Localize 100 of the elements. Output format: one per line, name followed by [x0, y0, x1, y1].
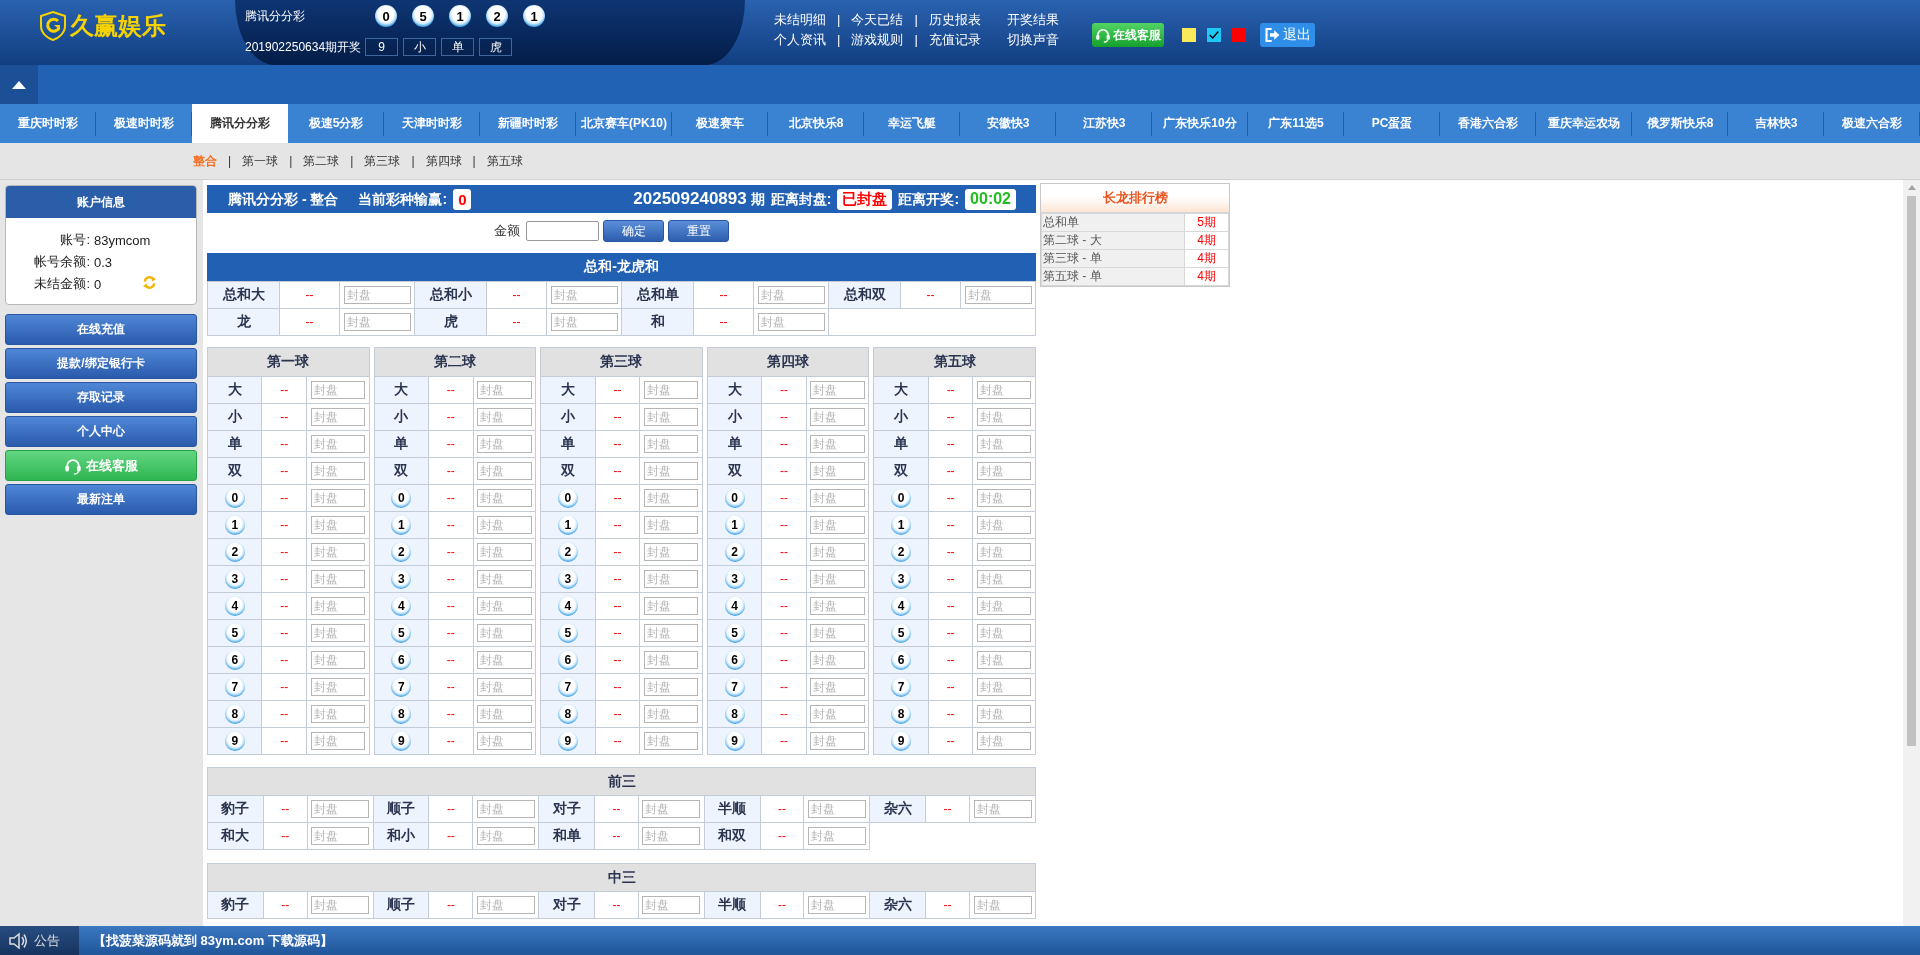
bet-amount-field[interactable]: 封盘	[810, 408, 865, 426]
bet-amount-field[interactable]: 封盘	[810, 381, 865, 399]
bet-amount-field[interactable]: 封盘	[757, 286, 825, 304]
bet-amount-field[interactable]: 封盘	[477, 435, 532, 453]
bet-amount-field[interactable]: 封盘	[643, 408, 699, 426]
bet-amount-field[interactable]: 封盘	[477, 597, 532, 615]
bet-amount-field[interactable]: 封盘	[643, 489, 699, 507]
bet-amount-field[interactable]: 封盘	[643, 381, 699, 399]
bet-amount-field[interactable]: 封盘	[976, 543, 1032, 561]
bet-amount-field[interactable]: 封盘	[343, 313, 411, 331]
bet-amount-field[interactable]: 封盘	[810, 651, 865, 669]
bet-amount-field[interactable]: 封盘	[477, 570, 532, 588]
subnav-link[interactable]: 第三球	[364, 153, 401, 169]
bet-amount-field[interactable]: 封盘	[810, 624, 865, 642]
bet-amount-field[interactable]: 封盘	[808, 827, 866, 845]
bet-amount-field[interactable]: 封盘	[810, 705, 865, 723]
header-link[interactable]: 切换声音	[1006, 31, 1059, 49]
bet-amount-field[interactable]: 封盘	[310, 516, 366, 534]
header-link[interactable]: 未结明细	[774, 11, 826, 29]
bet-amount-field[interactable]: 封盘	[477, 651, 532, 669]
bet-amount-field[interactable]: 封盘	[476, 800, 535, 818]
bet-amount-field[interactable]: 封盘	[643, 624, 699, 642]
bet-amount-field[interactable]: 封盘	[964, 286, 1032, 304]
bet-amount-field[interactable]: 封盘	[310, 651, 366, 669]
bet-amount-field[interactable]: 封盘	[550, 313, 618, 331]
bet-amount-field[interactable]: 封盘	[310, 705, 366, 723]
bet-amount-field[interactable]: 封盘	[477, 624, 532, 642]
bet-amount-field[interactable]: 封盘	[976, 408, 1032, 426]
bet-amount-field[interactable]: 封盘	[477, 408, 532, 426]
bet-amount-field[interactable]: 封盘	[808, 800, 866, 818]
bet-amount-field[interactable]: 封盘	[643, 705, 699, 723]
bet-amount-field[interactable]: 封盘	[976, 651, 1032, 669]
header-link[interactable]: 游戏规则	[851, 31, 904, 49]
bet-amount-field[interactable]: 封盘	[642, 800, 701, 818]
bet-amount-field[interactable]: 封盘	[311, 800, 370, 818]
scrollbar-thumb[interactable]	[1907, 196, 1916, 746]
bet-amount-field[interactable]: 封盘	[973, 896, 1032, 914]
logout-button[interactable]: 退出	[1259, 23, 1315, 47]
bet-amount-field[interactable]: 封盘	[810, 570, 865, 588]
menu-button[interactable]: 提款/绑定银行卡	[5, 348, 197, 379]
bet-amount-field[interactable]: 封盘	[643, 597, 699, 615]
amount-field[interactable]	[526, 221, 599, 241]
bet-amount-field[interactable]: 封盘	[810, 489, 865, 507]
bet-amount-field[interactable]: 封盘	[310, 678, 366, 696]
subnav-link[interactable]: 第五球	[486, 153, 523, 169]
bet-amount-field[interactable]: 封盘	[808, 896, 866, 914]
color-swatch[interactable]	[1206, 28, 1221, 42]
service-button[interactable]: 在线客服	[1091, 23, 1164, 47]
bet-amount-field[interactable]: 封盘	[810, 435, 865, 453]
bet-amount-field[interactable]: 封盘	[550, 286, 618, 304]
bet-amount-field[interactable]: 封盘	[643, 732, 699, 750]
confirm-button[interactable]: 确定	[603, 220, 664, 242]
bet-amount-field[interactable]: 封盘	[310, 597, 366, 615]
bet-amount-field[interactable]: 封盘	[476, 827, 535, 845]
color-swatch[interactable]	[1181, 28, 1196, 42]
bet-amount-field[interactable]: 封盘	[477, 462, 532, 480]
bet-amount-field[interactable]: 封盘	[310, 570, 366, 588]
bet-amount-field[interactable]: 封盘	[810, 597, 865, 615]
bet-amount-field[interactable]: 封盘	[310, 408, 366, 426]
bet-amount-field[interactable]: 封盘	[976, 381, 1032, 399]
bet-amount-field[interactable]: 封盘	[976, 705, 1032, 723]
bet-amount-field[interactable]: 封盘	[477, 489, 532, 507]
service-button[interactable]: 在线客服	[5, 450, 197, 481]
bet-amount-field[interactable]: 封盘	[311, 827, 370, 845]
subnav-link[interactable]: 第一球	[242, 153, 279, 169]
menu-button[interactable]: 个人中心	[5, 416, 197, 447]
bet-amount-field[interactable]: 封盘	[477, 381, 532, 399]
bet-amount-field[interactable]: 封盘	[976, 462, 1032, 480]
bet-amount-field[interactable]: 封盘	[976, 678, 1032, 696]
bet-amount-field[interactable]: 封盘	[642, 827, 701, 845]
header-link[interactable]: 今天已结	[851, 11, 904, 29]
bet-amount-field[interactable]: 封盘	[643, 678, 699, 696]
reset-button[interactable]: 重置	[668, 220, 729, 242]
bet-amount-field[interactable]: 封盘	[310, 489, 366, 507]
bet-amount-field[interactable]: 封盘	[477, 705, 532, 723]
bet-amount-field[interactable]: 封盘	[643, 435, 699, 453]
bet-amount-field[interactable]: 封盘	[310, 462, 366, 480]
subnav-link[interactable]: 第四球	[425, 153, 462, 169]
bet-amount-field[interactable]: 封盘	[643, 543, 699, 561]
bet-amount-field[interactable]: 封盘	[310, 435, 366, 453]
bet-amount-field[interactable]: 封盘	[810, 543, 865, 561]
bet-amount-field[interactable]: 封盘	[642, 896, 701, 914]
bet-amount-field[interactable]: 封盘	[643, 570, 699, 588]
bet-amount-field[interactable]: 封盘	[310, 543, 366, 561]
bet-amount-field[interactable]: 封盘	[810, 516, 865, 534]
menu-button[interactable]: 存取记录	[5, 382, 197, 413]
bet-amount-field[interactable]: 封盘	[976, 489, 1032, 507]
bet-amount-field[interactable]: 封盘	[643, 651, 699, 669]
bet-amount-field[interactable]: 封盘	[477, 543, 532, 561]
subnav-link[interactable]: 整合	[193, 153, 217, 169]
bet-amount-field[interactable]: 封盘	[810, 462, 865, 480]
color-swatch[interactable]	[1231, 28, 1246, 42]
bet-amount-field[interactable]: 封盘	[976, 732, 1032, 750]
scrollbar[interactable]	[1903, 180, 1920, 926]
refresh-icon[interactable]	[142, 275, 157, 290]
bet-amount-field[interactable]: 封盘	[311, 896, 370, 914]
menu-button[interactable]: 最新注单	[5, 484, 197, 515]
subnav-link[interactable]: 第二球	[303, 153, 340, 169]
bet-amount-field[interactable]: 封盘	[976, 435, 1032, 453]
bet-amount-field[interactable]: 封盘	[976, 624, 1032, 642]
